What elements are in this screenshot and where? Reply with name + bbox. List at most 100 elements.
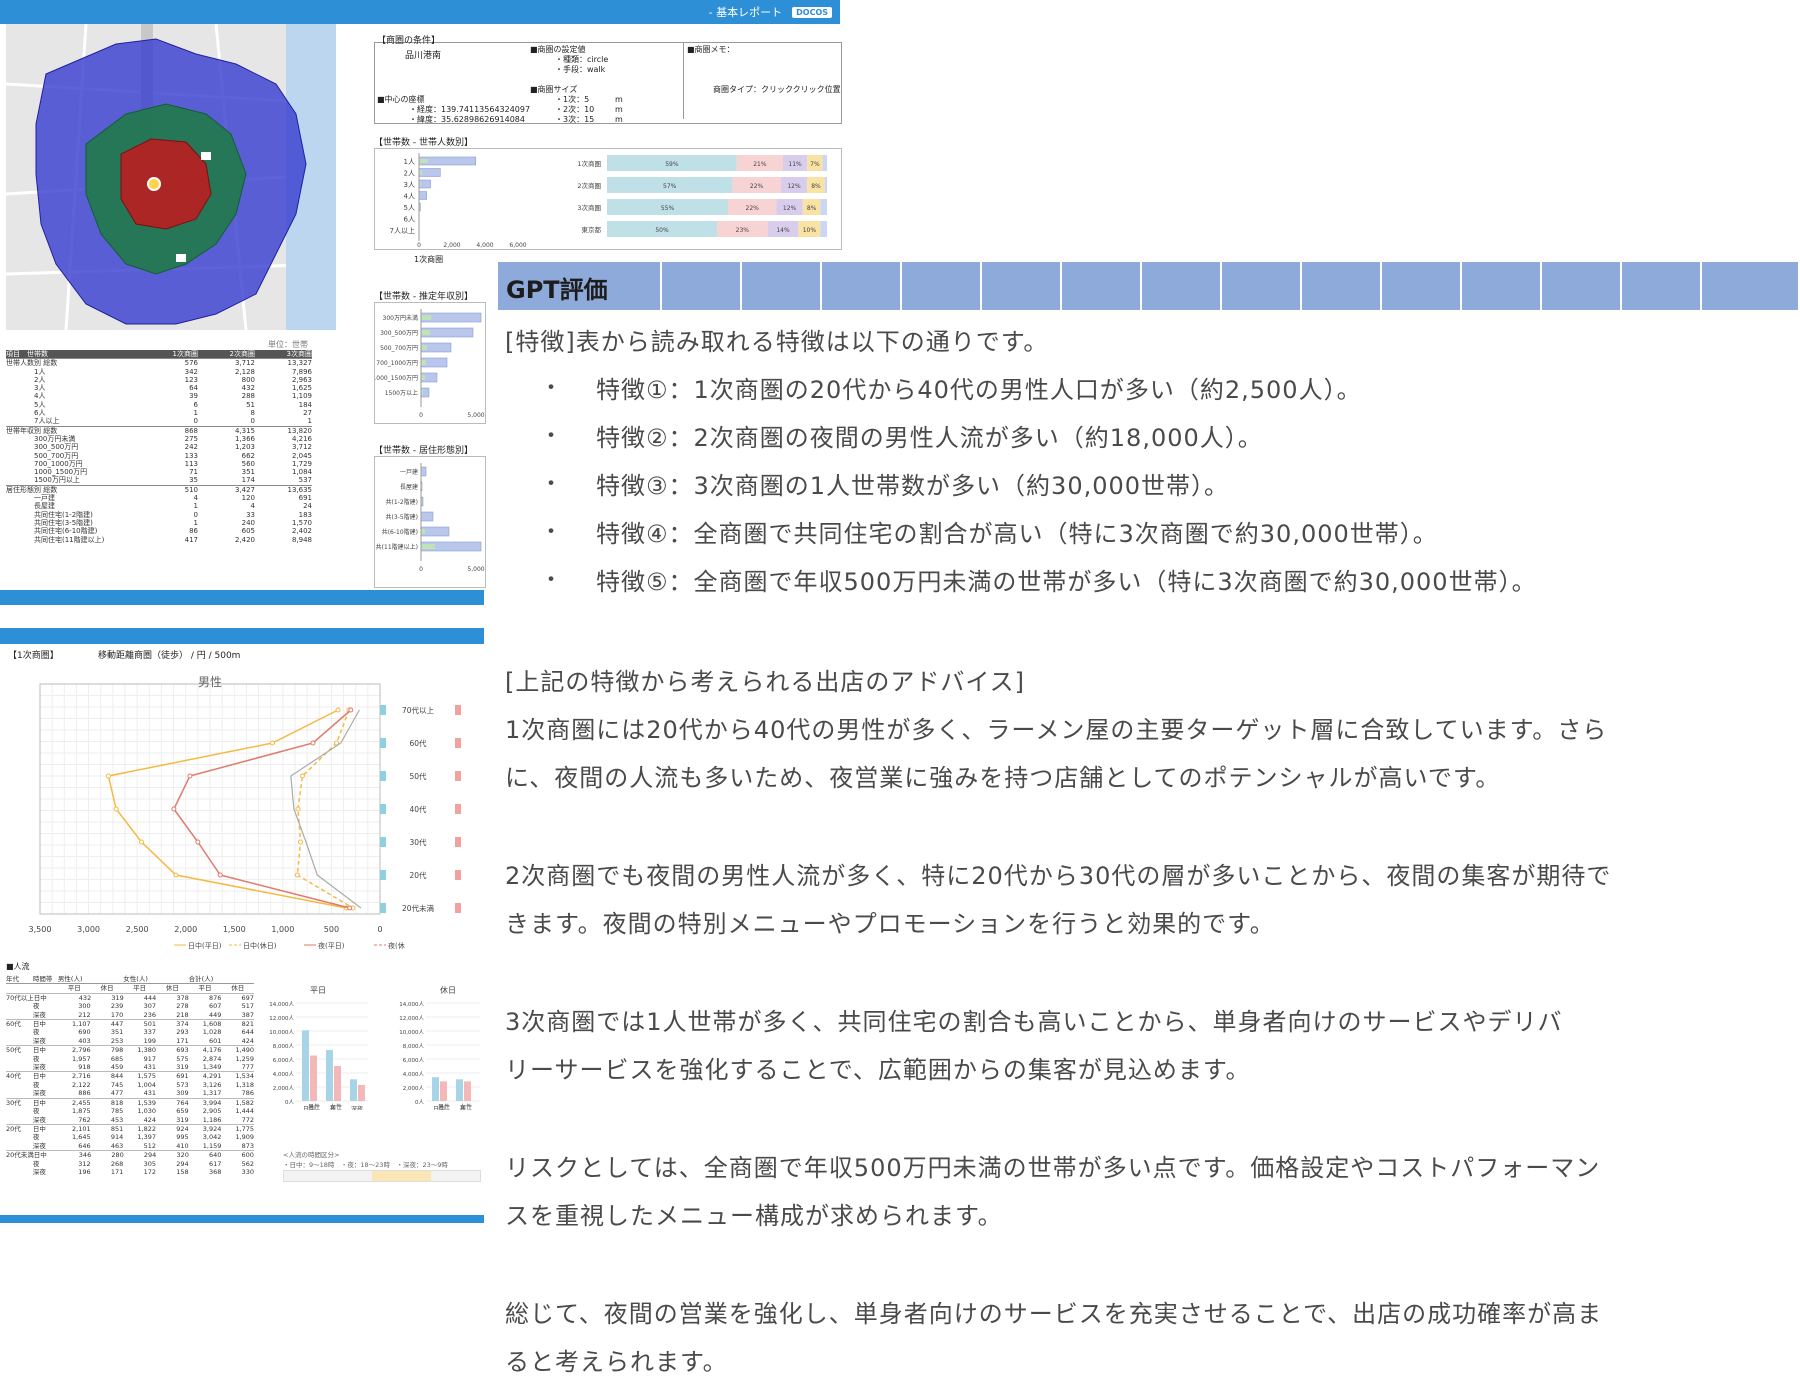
station-icon-2: [176, 254, 186, 262]
hh-x-tick: 4,000: [476, 242, 493, 249]
mini-y-tick: 8,000人: [403, 1043, 425, 1050]
side-bar-primary: [421, 375, 425, 380]
series-point: [299, 840, 303, 844]
flow-table-row: 深夜403253199171601424: [6, 1037, 254, 1045]
side-x-tick: 5,000: [467, 412, 484, 419]
unit-m-3: m: [615, 115, 623, 125]
x-tick: 2,500: [126, 925, 149, 934]
time-note: <人流の時間区分>: [283, 1150, 339, 1160]
flow-table-subheader: 平日休日平日休日平日休日: [6, 984, 254, 992]
trade-area-map[interactable]: [6, 24, 336, 330]
settings-kind: ・種類：circle: [555, 55, 608, 65]
table-row: 世帯人数別 総数5763,71213,327: [6, 358, 312, 367]
series-point: [270, 741, 274, 745]
side-category-label: 長屋建: [400, 483, 418, 491]
mini-y-tick: 14,000人: [269, 1001, 294, 1008]
flow-table-row: 深夜7624534243191,186772: [6, 1116, 254, 1124]
flow-table-row: 20代日中2,1018511,8229243,9241,775: [6, 1124, 254, 1133]
side-bar-primary: [421, 315, 431, 320]
bullet-icon: ・: [540, 418, 562, 450]
pct-label: 22%: [746, 205, 760, 212]
pct-row-label: 2次商圏: [577, 181, 601, 190]
table-row: 300万円未満2751,3664,216: [6, 435, 312, 443]
unit-m-2: m: [615, 105, 623, 115]
flow-table-row: 30代日中2,4558181,5397643,9941,582: [6, 1098, 254, 1107]
flow-table-row: 夜1,9576859175752,8741,259: [6, 1055, 254, 1063]
pct-label: 10%: [803, 227, 817, 234]
legend-label: 夜(休: [388, 941, 405, 950]
age-marker: [380, 771, 386, 781]
hh-bar-secondary: [419, 192, 427, 200]
side-category-label: 1500万以上: [385, 389, 418, 397]
mini-y-tick: 6,000人: [273, 1057, 295, 1064]
flow-mini-bar-charts: 平日14,000人12,000人10,000人8,000人6,000人4,000…: [258, 985, 480, 1110]
series-line-night: [291, 710, 361, 908]
mini-y-tick: 0人: [285, 1099, 294, 1106]
side-category-label: 一戸建: [400, 468, 418, 476]
age-marker-female: [455, 837, 461, 847]
table-row: 1人3422,1287,896: [6, 368, 312, 376]
table-row: 共同住宅(11階建以上)4172,4208,948: [6, 536, 312, 544]
pct-segment-rest: [820, 199, 827, 215]
flow-table-row: 50代日中2,7967981,3806934,1761,490: [6, 1045, 254, 1054]
age-marker: [380, 837, 386, 847]
report-footer-bar: [0, 590, 484, 605]
bullet-icon: ・: [540, 562, 562, 594]
mini-legend-female: 女性: [460, 1103, 472, 1110]
series-point: [295, 873, 299, 877]
side-category-label: 500_700万円: [380, 345, 418, 352]
hh-x-tick: 6,000: [509, 242, 526, 249]
age-label: 60代: [409, 738, 427, 748]
side-bar-primary: [421, 345, 427, 350]
mini-chart-title: 休日: [440, 985, 456, 995]
mini-bar-female: [358, 1085, 365, 1101]
age-marker-female: [455, 870, 461, 880]
mini-bar-female: [334, 1066, 341, 1101]
age-label: 30代: [409, 837, 427, 847]
income-chart-box: 300万円未満300_500万円500_700万円700_1000万円1000_…: [374, 302, 486, 424]
flow-table-row: 深夜196171172158368330: [6, 1168, 254, 1176]
hh-category-label: 2人: [404, 170, 415, 178]
legend-primary: 1次商圏: [414, 255, 443, 265]
table-row: 3人644321,625: [6, 384, 312, 392]
age-label: 40代: [409, 804, 427, 814]
table-row: 共同住宅(6-10階建)866052,402: [6, 527, 312, 535]
flow-table-row: 20代未満日中346280294320640600: [6, 1150, 254, 1159]
pct-segment-rest: [823, 155, 827, 171]
household-section-title: 【世帯数 - 世帯人数別】: [374, 135, 473, 148]
time-bar: [283, 1170, 481, 1182]
mini-y-tick: 2,000人: [273, 1085, 295, 1092]
pct-row-label: 1次商圏: [577, 159, 601, 168]
age-marker: [380, 804, 386, 814]
side-category-label: 1000_1500万円: [375, 375, 418, 382]
side-bar-primary: [421, 544, 435, 549]
bullet-icon: ・: [540, 466, 562, 498]
series-point: [174, 873, 178, 877]
area-type-label: 商圏タイプ：クリッククリック位置: [713, 85, 841, 95]
x-tick: 0: [377, 925, 382, 934]
series-line: [174, 710, 351, 908]
pct-label: 8%: [807, 205, 817, 212]
series-point: [140, 840, 144, 844]
table-row: 世帯年収別 総数8684,31513,820: [6, 426, 312, 435]
settings-label: ■商圏の設定値: [530, 45, 586, 55]
series-line: [108, 710, 346, 908]
flow-table-row: 70代以上日中432319444378876697: [6, 993, 254, 1002]
pct-label: 55%: [661, 205, 675, 212]
mini-y-tick: 10,000人: [269, 1029, 294, 1036]
flow-table: 年代時間帯男性(人)女性(人)合計(人)平日休日平日休日平日休日70代以上日中4…: [6, 975, 254, 1215]
hh-category-label: 6人: [404, 216, 415, 224]
series-point: [172, 807, 176, 811]
hh-chart-legend: 1次商圏: [374, 251, 834, 254]
housing-section-title: 【世帯数 - 居住形態別】: [374, 443, 473, 456]
feature-text: 特徴②：2次商圏の夜間の男性人流が多い（約18,000人）。: [596, 418, 1263, 453]
mini-y-tick: 8,000人: [273, 1043, 295, 1050]
legend-label: 日中(休日): [243, 941, 277, 950]
hh-category-label: 4人: [404, 193, 415, 201]
table-row: 700_1000万円1135601,729: [6, 460, 312, 468]
age-marker: [380, 705, 386, 715]
hh-category-label: 1人: [404, 158, 415, 166]
latitude-value: ・緯度：35.62898626914084: [409, 115, 525, 125]
mini-y-tick: 4,000人: [273, 1071, 295, 1078]
series-point: [114, 807, 118, 811]
